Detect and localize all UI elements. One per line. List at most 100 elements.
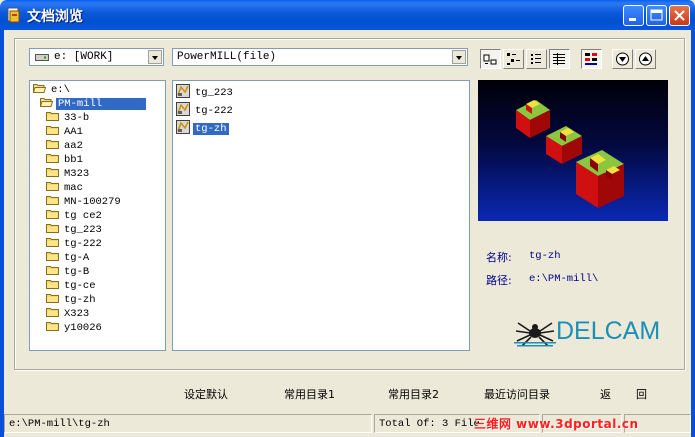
tree-item-label: AA1 — [64, 126, 83, 138]
tree-item-label: tg-B — [64, 266, 90, 278]
status-path: e:\PM-mill\tg-zh — [9, 418, 110, 430]
back-button-part1[interactable]: 返 — [600, 386, 611, 402]
file-item[interactable]: tg_223 — [176, 84, 235, 100]
folder-icon — [46, 154, 59, 163]
tree-item[interactable]: MN-100279 — [46, 195, 123, 209]
open-folder-icon — [40, 98, 53, 107]
tree-item[interactable]: aa2 — [46, 139, 85, 153]
nav-down-button[interactable] — [612, 49, 633, 69]
tree-item-label: bb1 — [64, 154, 83, 166]
maximize-icon — [650, 9, 663, 21]
tree-item-label: tg-zh — [64, 294, 96, 306]
tree-item[interactable]: tg-zh — [46, 293, 98, 307]
tree-item-label: y10026 — [64, 322, 102, 334]
name-value: tg-zh — [529, 250, 561, 262]
tree-item[interactable]: 33-b — [46, 111, 91, 125]
details-icon — [553, 53, 565, 65]
tree-item[interactable]: tg ce2 — [46, 209, 104, 223]
folder-icon — [46, 280, 59, 289]
window-title: 文档浏览 — [27, 9, 83, 25]
tree-item-label: tg_223 — [64, 224, 102, 236]
recent-dir-button[interactable]: 最近访问目录 — [484, 386, 550, 402]
folder-icon — [46, 112, 59, 121]
file-item-label: tg_223 — [195, 87, 233, 99]
file-list[interactable]: tg_223 tg-222 tg-zh — [172, 80, 470, 351]
folder-tree[interactable]: e:\ PM-mill 33-b AA1 aa2 bb1 M323 mac MN-10027… — [29, 80, 166, 351]
close-icon — [674, 10, 685, 21]
back-button-part2[interactable]: 回 — [636, 386, 647, 402]
tree-item[interactable]: AA1 — [46, 125, 85, 139]
delcam-logo-text: DELCAM — [556, 317, 661, 345]
view-small-icons-button[interactable] — [503, 49, 524, 69]
tree-item-selected[interactable]: PM-mill — [40, 97, 147, 111]
path-value: e:\PM-mill\ — [529, 273, 599, 285]
folder-icon — [46, 224, 59, 233]
tree-item-label: aa2 — [64, 140, 83, 152]
drive-combo[interactable]: e: [WORK] — [29, 48, 164, 66]
app-icon — [7, 7, 20, 23]
minimize-button[interactable] — [623, 5, 644, 26]
folder-icon — [46, 210, 59, 219]
tree-item-label: tg-222 — [64, 238, 102, 250]
file-item[interactable]: tg-222 — [176, 102, 235, 118]
folder-icon — [46, 196, 59, 205]
tree-item-label: MN-100279 — [64, 196, 121, 208]
tree-item-label: X323 — [64, 308, 90, 320]
common-dir1-button[interactable]: 常用目录1 — [284, 386, 335, 402]
tree-item[interactable]: tg-222 — [46, 237, 104, 251]
large-icons-icon — [483, 54, 497, 65]
set-default-button[interactable]: 设定默认 — [184, 386, 228, 402]
tree-item[interactable]: y10026 — [46, 321, 104, 335]
drive-combo-value: e: [WORK] — [54, 51, 114, 63]
folder-icon — [46, 140, 59, 149]
folder-icon — [46, 238, 59, 247]
filter-combo[interactable]: PowerMILL(file) — [172, 48, 468, 66]
nav-up-button[interactable] — [635, 49, 656, 69]
folder-icon — [46, 322, 59, 331]
status-path-panel: e:\PM-mill\tg-zh — [4, 414, 372, 433]
title-bar[interactable]: 文档浏览 — [0, 0, 695, 30]
list-icon — [531, 54, 541, 64]
preview-icon — [585, 53, 597, 65]
view-large-icons-button[interactable] — [480, 49, 501, 69]
status-count: Total Of: 3 File — [379, 418, 480, 430]
view-preview-button[interactable] — [581, 49, 602, 69]
tree-item-label: tg-A — [64, 252, 90, 264]
view-details-button[interactable] — [549, 49, 570, 69]
tree-item[interactable]: tg-ce — [46, 279, 98, 293]
tree-item-label: 33-b — [64, 112, 90, 124]
folder-icon — [46, 168, 59, 177]
filter-combo-value: PowerMILL(file) — [177, 51, 277, 63]
tree-item[interactable]: mac — [46, 181, 85, 195]
common-dir2-button[interactable]: 常用目录2 — [388, 386, 439, 402]
tree-item[interactable]: X323 — [46, 307, 91, 321]
powermill-file-icon — [176, 120, 190, 134]
filter-combo-arrow[interactable] — [452, 50, 466, 64]
tree-item[interactable]: bb1 — [46, 153, 85, 167]
model-preview — [478, 80, 668, 221]
tree-item[interactable]: tg_223 — [46, 223, 104, 237]
file-item-label: tg-222 — [195, 105, 233, 117]
folder-icon — [46, 308, 59, 317]
tree-item-label: mac — [64, 182, 83, 194]
maximize-button[interactable] — [646, 5, 667, 26]
file-item[interactable]: tg-zh — [176, 120, 229, 136]
folder-icon — [46, 252, 59, 261]
tree-item-label: M323 — [64, 168, 90, 180]
folder-icon — [46, 294, 59, 303]
tree-item-root[interactable]: e:\ — [33, 83, 72, 97]
drive-combo-arrow[interactable] — [148, 50, 162, 64]
path-label: 路径: — [486, 274, 512, 287]
tree-item[interactable]: tg-B — [46, 265, 91, 279]
cad-model-image — [516, 100, 624, 208]
drive-icon — [35, 54, 49, 61]
view-list-button[interactable] — [526, 49, 547, 69]
tree-item[interactable]: M323 — [46, 167, 91, 181]
arrow-up-icon — [639, 52, 652, 66]
close-button[interactable] — [669, 5, 690, 26]
tree-item-label: tg-ce — [64, 280, 96, 292]
file-item-label: tg-zh — [193, 123, 229, 135]
tree-item-label: tg ce2 — [64, 210, 102, 222]
tree-item[interactable]: tg-A — [46, 251, 91, 265]
folder-icon — [46, 266, 59, 275]
